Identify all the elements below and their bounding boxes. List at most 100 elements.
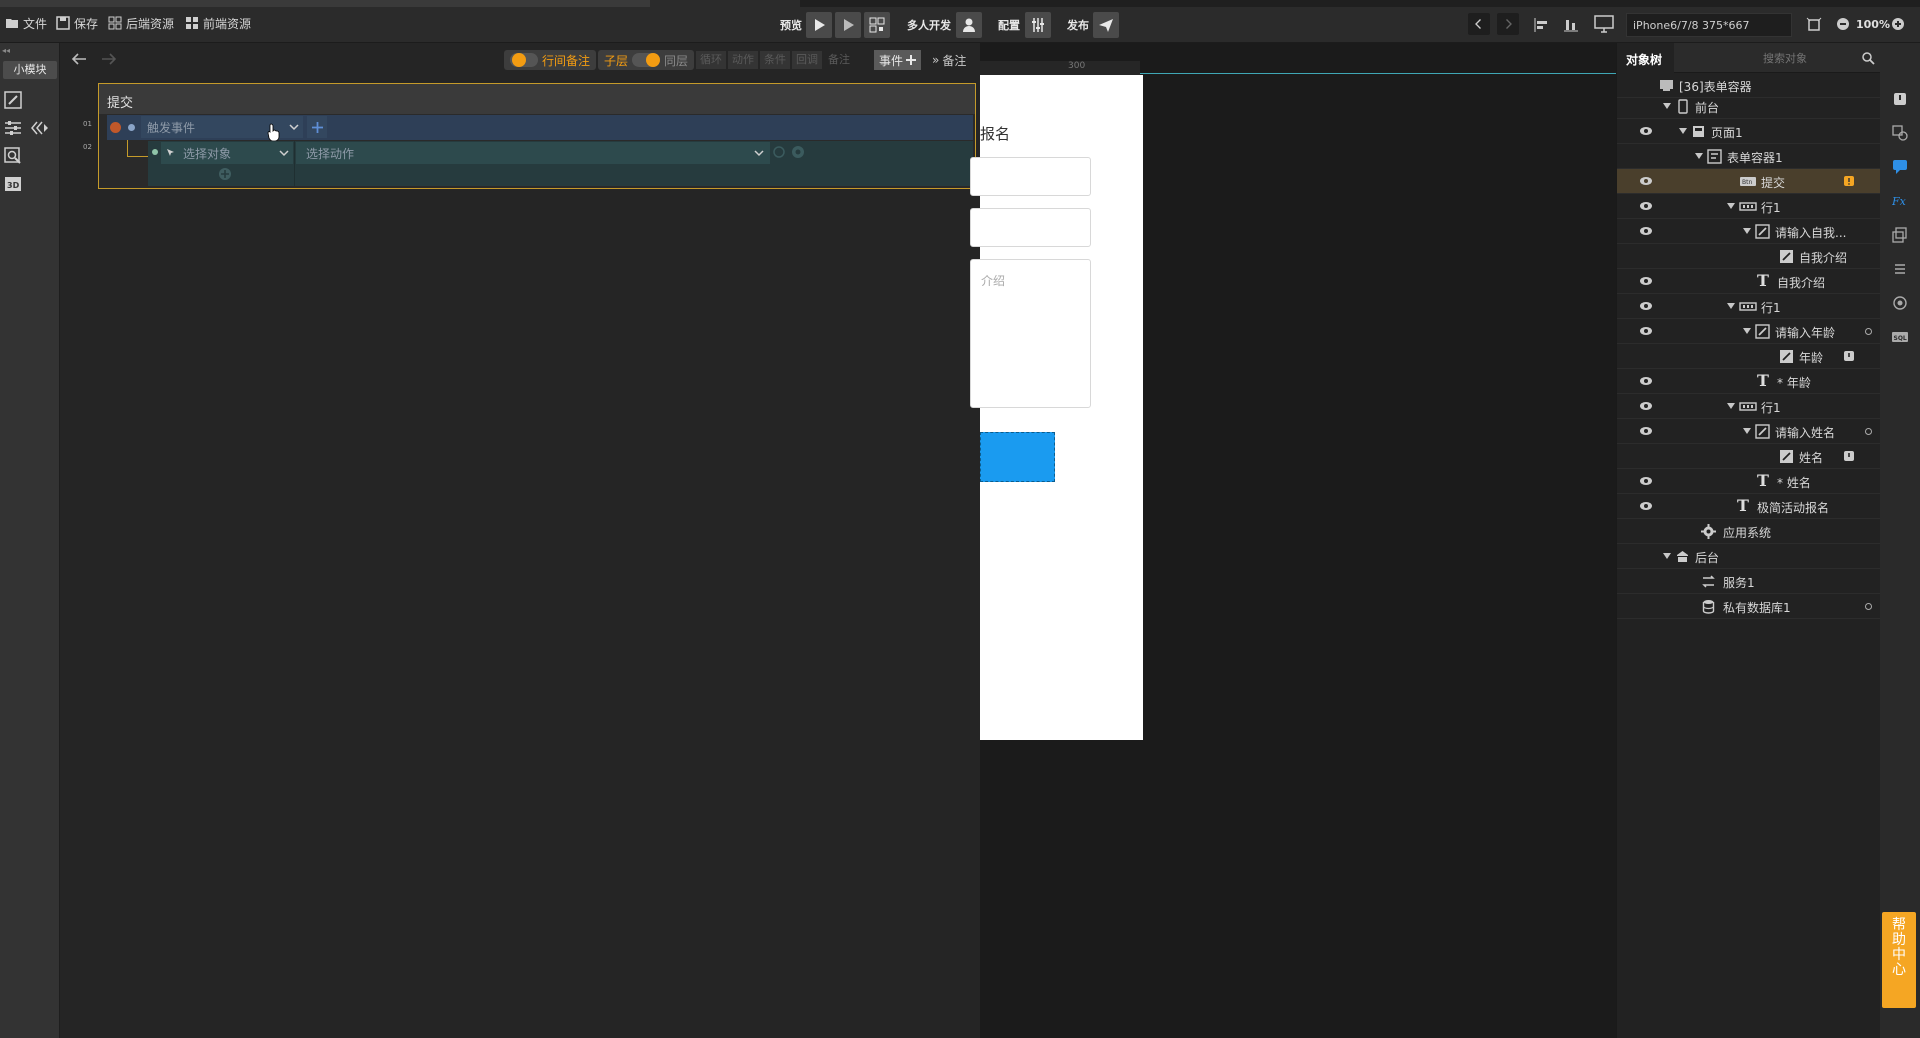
search-page-icon[interactable] — [4, 147, 22, 165]
nav-forward-button[interactable] — [1497, 13, 1519, 35]
expand-arrow-icon[interactable] — [1743, 428, 1751, 434]
event-logic-icon[interactable] — [30, 119, 50, 137]
expand-arrow-icon[interactable] — [1663, 103, 1671, 109]
tree-node-name-input[interactable]: 请输入姓名 — [1617, 419, 1881, 444]
collapse-dot-icon[interactable] — [110, 122, 121, 133]
device-monitor-icon[interactable] — [1594, 15, 1614, 33]
chip-callback[interactable]: 回调 — [792, 51, 822, 69]
tree-node-age-input[interactable]: 请输入年龄 — [1617, 319, 1881, 344]
qr-preview-button[interactable] — [864, 12, 890, 38]
eye-icon[interactable] — [1639, 401, 1653, 411]
expand-arrow-icon[interactable] — [1743, 328, 1751, 334]
file-menu[interactable]: 文件 — [5, 14, 47, 32]
tree-node-intro-field[interactable]: 自我介绍 — [1617, 244, 1881, 269]
tree-node-form-container1[interactable]: 表单容器1 — [1617, 144, 1881, 169]
tree-node-title-text[interactable]: T 极简活动报名 — [1617, 494, 1881, 519]
help-center-button[interactable]: 帮助中心 — [1882, 912, 1916, 1008]
settings-dot-icon[interactable] — [791, 145, 805, 159]
formula-icon[interactable]: Fx — [1892, 193, 1908, 209]
tree-node-age-text[interactable]: T * 年龄 — [1617, 369, 1881, 394]
3d-icon[interactable]: 3D — [4, 175, 22, 193]
eye-icon[interactable] — [1639, 476, 1653, 486]
tree-node-row1-c[interactable]: 行1 — [1617, 394, 1881, 419]
play-button[interactable] — [806, 12, 832, 38]
expand-arrow-icon[interactable] — [1695, 153, 1703, 159]
select-action-dropdown[interactable]: 选择动作 — [296, 142, 770, 164]
expand-arrow-icon[interactable] — [1727, 203, 1735, 209]
tree-node-frontend[interactable]: 前台 — [1617, 94, 1881, 119]
tree-node-private-db1[interactable]: 私有数据库1 — [1617, 594, 1881, 619]
eye-icon[interactable] — [1639, 426, 1653, 436]
save-button[interactable]: 保存 — [56, 14, 98, 32]
nav-back-button[interactable] — [1468, 13, 1490, 35]
event-panel-icon[interactable] — [1892, 91, 1908, 107]
add-event-button[interactable]: 事件 — [874, 50, 922, 70]
tree-node-app-system[interactable]: 应用系统 — [1617, 519, 1881, 544]
select-object-dropdown[interactable]: 选择对象 — [161, 142, 293, 164]
align-left-icon[interactable] — [1533, 17, 1549, 33]
search-icon[interactable] — [1861, 51, 1875, 65]
play-alt-button[interactable] — [835, 12, 861, 38]
data-panel-icon[interactable] — [1892, 125, 1908, 141]
submit-button-preview[interactable] — [980, 432, 1055, 482]
eye-icon[interactable] — [1639, 376, 1653, 386]
row-note-switch[interactable] — [510, 53, 538, 67]
frontend-resources-button[interactable]: 前端资源 — [185, 14, 251, 32]
eye-icon[interactable] — [1639, 301, 1653, 311]
tab-object-tree[interactable]: 对象树 — [1617, 43, 1674, 73]
tree-node-service1[interactable]: 服务1 — [1617, 569, 1881, 594]
eye-icon[interactable] — [1639, 501, 1653, 511]
add-action-icon[interactable] — [218, 167, 232, 181]
eye-icon[interactable] — [1639, 126, 1653, 136]
expand-arrow-icon[interactable] — [1679, 128, 1687, 134]
event-badge-icon[interactable] — [1843, 175, 1855, 187]
tree-node-submit[interactable]: Btn 提交 — [1617, 169, 1881, 194]
eye-icon[interactable] — [1639, 176, 1653, 186]
expand-arrow-icon[interactable] — [1727, 403, 1735, 409]
sql-icon[interactable]: SQL — [1892, 329, 1908, 345]
list-icon[interactable] — [1892, 261, 1908, 277]
multi-dev-button[interactable] — [956, 12, 982, 38]
module-tab[interactable]: 小模块 — [3, 61, 57, 79]
zoom-in-icon[interactable] — [1891, 17, 1905, 31]
properties-icon[interactable] — [4, 119, 22, 137]
align-vertical-icon[interactable] — [1563, 17, 1579, 33]
tree-node-page1[interactable]: 页面1 — [1617, 119, 1881, 144]
tree-node-intro-text[interactable]: T 自我介绍 — [1617, 269, 1881, 294]
zoom-out-icon[interactable] — [1836, 17, 1850, 31]
refresh-icon[interactable] — [772, 145, 786, 159]
backend-resources-button[interactable]: 后端资源 — [108, 14, 174, 32]
intro-textarea[interactable]: 介绍 — [970, 259, 1091, 408]
tree-node-name-text[interactable]: T * 姓名 — [1617, 469, 1881, 494]
expand-arrow-icon[interactable] — [1743, 228, 1751, 234]
rotate-icon[interactable] — [1806, 17, 1822, 33]
edit-icon[interactable] — [4, 91, 22, 109]
row-note-toggle[interactable]: 行间备注 — [504, 50, 597, 70]
eye-icon[interactable] — [1639, 226, 1653, 236]
config-button[interactable] — [1025, 12, 1051, 38]
name-input[interactable] — [970, 157, 1091, 196]
event-badge-icon[interactable] — [1843, 450, 1855, 462]
tree-node-intro-input[interactable]: 请输入自我... — [1617, 219, 1881, 244]
tree-node-age-field[interactable]: 年龄 — [1617, 344, 1881, 369]
eye-icon[interactable] — [1639, 276, 1653, 286]
tree-node-row1-b[interactable]: 行1 — [1617, 294, 1881, 319]
comment-panel-icon[interactable] — [1892, 159, 1908, 175]
eye-icon[interactable] — [1639, 201, 1653, 211]
age-input[interactable] — [970, 208, 1091, 247]
tree-node-backend[interactable]: 后台 — [1617, 544, 1881, 569]
eye-icon[interactable] — [1639, 326, 1653, 336]
expand-arrow-icon[interactable] — [1727, 303, 1735, 309]
target-icon[interactable] — [1892, 295, 1908, 311]
chip-note[interactable]: 备注 — [824, 51, 854, 69]
copy-icon[interactable] — [1892, 227, 1908, 243]
event-badge-icon[interactable] — [1843, 350, 1855, 362]
object-search-input[interactable] — [1763, 48, 1859, 68]
add-condition-button[interactable] — [307, 116, 327, 138]
collapse-left-icon[interactable]: ◂◂ — [2, 46, 10, 55]
forward-arrow-icon[interactable] — [100, 50, 118, 68]
chip-condition[interactable]: 条件 — [760, 51, 790, 69]
note-button[interactable]: » 备注 — [932, 50, 966, 70]
back-arrow-icon[interactable] — [70, 50, 88, 68]
publish-button[interactable] — [1093, 12, 1119, 38]
